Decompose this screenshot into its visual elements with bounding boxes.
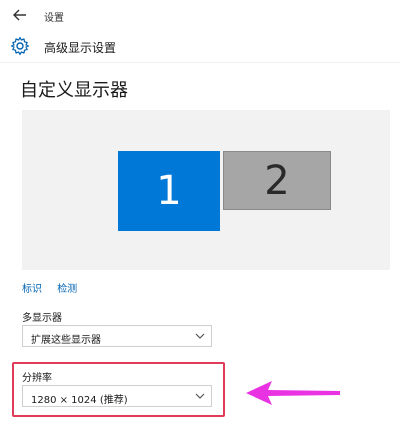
display-links: 标识 检测 — [22, 280, 89, 295]
resolution-value: 1280 × 1024 (推荐) — [31, 395, 128, 406]
identify-link[interactable]: 标识 — [22, 284, 42, 295]
page-title: 高级显示设置 — [44, 41, 117, 55]
monitor-2[interactable]: 2 — [223, 151, 331, 210]
title-bar: 设置 — [0, 0, 400, 30]
chevron-down-icon — [195, 391, 205, 401]
multiple-displays-label: 多显示器 — [22, 313, 62, 324]
section-title: 自定义显示器 — [20, 80, 128, 101]
display-arrangement-area: 1 2 — [22, 110, 390, 270]
left-arrow-icon — [246, 378, 342, 408]
page-header: 高级显示设置 — [0, 30, 400, 63]
resolution-label: 分辨率 — [22, 373, 52, 384]
multiple-displays-dropdown[interactable]: 扩展这些显示器 — [22, 325, 212, 347]
monitor-2-label: 2 — [264, 157, 290, 204]
chevron-down-icon — [195, 331, 205, 341]
back-arrow-icon[interactable] — [12, 7, 28, 23]
gear-icon — [10, 36, 30, 56]
window-title: 设置 — [44, 13, 64, 24]
monitor-1-label: 1 — [156, 168, 182, 214]
resolution-dropdown[interactable]: 1280 × 1024 (推荐) — [22, 385, 212, 407]
detect-link[interactable]: 检测 — [57, 284, 77, 295]
multiple-displays-value: 扩展这些显示器 — [31, 335, 101, 346]
monitor-1[interactable]: 1 — [118, 151, 220, 231]
